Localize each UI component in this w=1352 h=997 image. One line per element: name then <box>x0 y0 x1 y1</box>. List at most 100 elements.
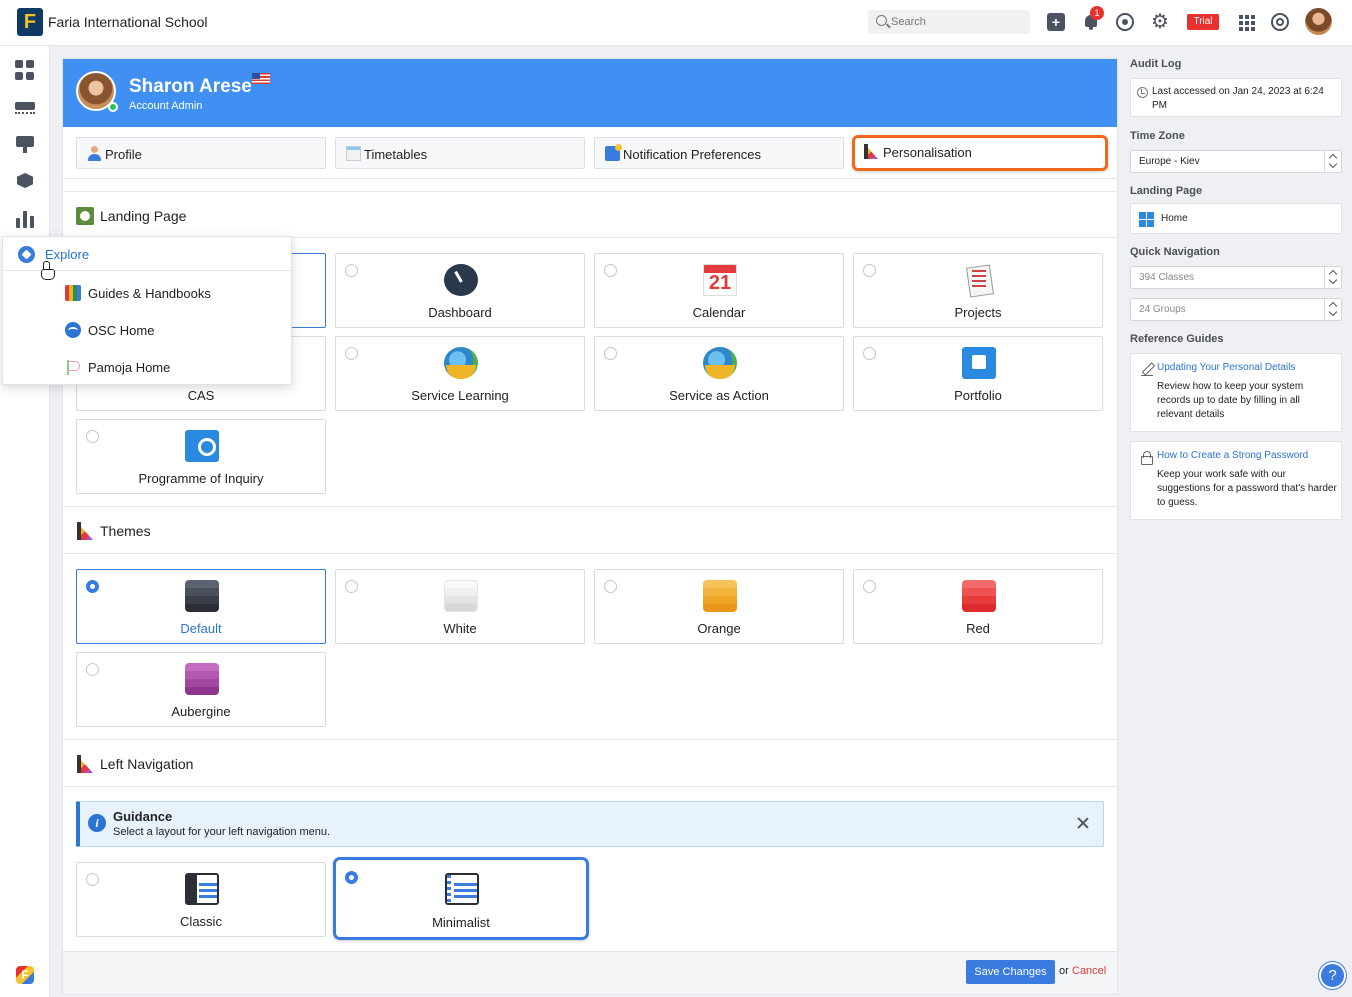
cube-icon[interactable] <box>15 170 35 190</box>
radio-button[interactable] <box>345 347 358 360</box>
lock-icon <box>1141 451 1153 465</box>
option-label: Projects <box>954 305 1002 320</box>
radio-button-selected[interactable] <box>345 871 358 884</box>
tab-personalisation[interactable]: Personalisation <box>852 135 1108 171</box>
books-icon <box>65 285 81 301</box>
quick-nav-groups-select[interactable]: 24 Groups <box>1130 298 1342 321</box>
tab-label: Personalisation <box>883 145 972 160</box>
gear-icon[interactable]: ⚙ <box>1151 12 1169 32</box>
guidance-alert: i Guidance Select a layout for your left… <box>76 801 1104 847</box>
theme-swatch-icon <box>703 580 737 612</box>
faria-apps-icon[interactable]: F <box>16 966 34 984</box>
theme-option-default[interactable]: Default <box>76 569 326 644</box>
divider <box>63 191 1117 192</box>
theme-option-red[interactable]: Red <box>853 569 1103 644</box>
landing-page-current[interactable]: Home <box>1130 203 1342 234</box>
tab-profile[interactable]: Profile <box>76 137 326 169</box>
search-input[interactable] <box>891 13 1021 31</box>
chat-icon[interactable] <box>1116 13 1134 31</box>
option-label: Classic <box>180 914 222 929</box>
search-box[interactable] <box>868 10 1030 34</box>
theme-option-white[interactable]: White <box>335 569 585 644</box>
presentation-board-icon[interactable] <box>15 134 35 154</box>
help-question-button[interactable]: ? <box>1319 962 1346 989</box>
radio-button[interactable] <box>86 873 99 886</box>
theme-option-orange[interactable]: Orange <box>594 569 844 644</box>
osc-icon <box>65 322 81 338</box>
option-label: Programme of Inquiry <box>138 471 264 486</box>
reference-guides-heading: Reference Guides <box>1130 333 1224 345</box>
quick-nav-classes-select[interactable]: 394 Classes <box>1130 266 1342 289</box>
tab-timetables[interactable]: Timetables <box>335 137 585 169</box>
faria-logo[interactable]: F <box>17 8 43 36</box>
option-label: Orange <box>697 621 741 636</box>
select-arrows-icon <box>1324 299 1341 320</box>
select-arrows-icon <box>1324 151 1341 172</box>
pointer-cursor-icon <box>40 261 55 280</box>
landing-option-programme-of-inquiry[interactable]: Programme of Inquiry <box>76 419 326 494</box>
option-label: Service Learning <box>411 388 509 403</box>
radio-button[interactable] <box>604 580 617 593</box>
option-label: Calendar <box>692 305 746 320</box>
radio-button[interactable] <box>86 430 99 443</box>
top-bar: F Faria International School + 1 ⚙ Trial <box>0 0 1352 46</box>
section-title-label: Themes <box>100 523 151 539</box>
bar-chart-icon[interactable] <box>15 208 35 228</box>
theme-option-aubergine[interactable]: Aubergine <box>76 652 326 727</box>
landing-option-calendar[interactable]: 21 Calendar <box>594 253 844 328</box>
radio-button[interactable] <box>863 347 876 360</box>
add-icon[interactable]: + <box>1047 13 1065 31</box>
user-name: Sharon Arese <box>129 76 252 97</box>
or-text: or <box>1059 965 1069 977</box>
landing-option-portfolio[interactable]: Portfolio <box>853 336 1103 411</box>
save-changes-button[interactable]: Save Changes <box>966 960 1055 984</box>
time-zone-select[interactable]: Europe - Kiev <box>1130 150 1342 173</box>
personalisation-icon <box>863 144 878 159</box>
dashboard-icon[interactable] <box>15 60 35 80</box>
landing-page-icon <box>76 207 94 225</box>
tab-notification-preferences[interactable]: Notification Preferences <box>594 137 844 169</box>
explore-item-pamoja[interactable]: Pamoja Home <box>55 352 293 382</box>
option-label: Dashboard <box>428 305 492 320</box>
option-label: White <box>443 621 477 636</box>
minimalist-layout-icon <box>445 873 479 905</box>
left-navigation-icon <box>76 755 94 773</box>
guide-personal-details: Updating Your Personal Details Review ho… <box>1130 353 1342 432</box>
nav-option-minimalist[interactable]: Minimalist <box>333 857 589 940</box>
radio-button[interactable] <box>863 580 876 593</box>
nav-option-classic[interactable]: Classic <box>76 862 326 937</box>
radio-button[interactable] <box>345 580 358 593</box>
profile-settings-panel: Sharon Arese Account Admin Profile Timet… <box>62 58 1118 995</box>
radio-button[interactable] <box>86 663 99 676</box>
cancel-link[interactable]: Cancel <box>1072 965 1106 977</box>
online-status-icon <box>108 102 118 112</box>
landing-option-projects[interactable]: Projects <box>853 253 1103 328</box>
pamoja-icon <box>65 359 81 375</box>
us-flag-icon <box>252 73 270 84</box>
landing-option-service-learning[interactable]: Service Learning <box>335 336 585 411</box>
explore-item-guides[interactable]: Guides & Handbooks <box>55 278 293 308</box>
radio-button-selected[interactable] <box>86 580 99 593</box>
radio-button[interactable] <box>604 347 617 360</box>
select-arrows-icon <box>1324 267 1341 288</box>
pencil-icon <box>1141 363 1153 376</box>
user-avatar[interactable] <box>1305 8 1332 35</box>
landing-option-dashboard[interactable]: Dashboard <box>335 253 585 328</box>
trial-badge[interactable]: Trial <box>1187 14 1219 30</box>
guidance-title: Guidance <box>113 809 173 824</box>
guide-title-link[interactable]: How to Create a Strong Password <box>1157 450 1308 461</box>
landing-option-service-as-action[interactable]: Service as Action <box>594 336 844 411</box>
groups-icon[interactable] <box>15 98 35 118</box>
apps-grid-icon[interactable] <box>1237 13 1255 31</box>
lifebuoy-icon[interactable] <box>1271 13 1289 31</box>
option-label: Portfolio <box>954 388 1002 403</box>
option-label: Red <box>966 621 990 636</box>
close-icon[interactable] <box>1077 817 1089 829</box>
option-label: Minimalist <box>432 915 490 930</box>
explore-item-osc[interactable]: OSC Home <box>55 315 293 345</box>
info-icon: i <box>88 814 106 832</box>
guide-title-link[interactable]: Updating Your Personal Details <box>1157 362 1295 373</box>
radio-button[interactable] <box>863 264 876 277</box>
radio-button[interactable] <box>345 264 358 277</box>
radio-button[interactable] <box>604 264 617 277</box>
